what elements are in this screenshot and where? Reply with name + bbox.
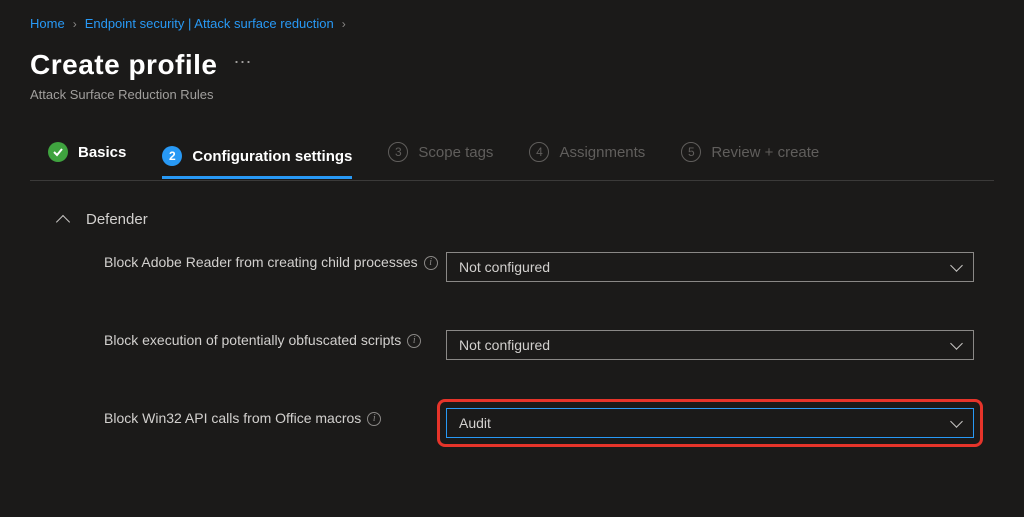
breadcrumb: Home › Endpoint security | Attack surfac… [30,16,994,31]
dropdown-value: Audit [459,415,491,431]
setting-label: Block Win32 API calls from Office macros… [104,408,446,429]
setting-label-text: Block Adobe Reader from creating child p… [104,252,418,273]
dropdown-value: Not configured [459,337,550,353]
step-number-icon: 2 [162,146,182,166]
setting-label: Block execution of potentially obfuscate… [104,330,446,351]
step-number-icon: 3 [388,142,408,162]
step-label: Review + create [711,144,819,161]
breadcrumb-home[interactable]: Home [30,16,65,31]
step-scope-tags[interactable]: 3 Scope tags [388,142,493,172]
step-basics[interactable]: Basics [48,142,126,172]
more-icon[interactable]: ⋯ [234,52,254,79]
step-assignments[interactable]: 4 Assignments [529,142,645,172]
section-defender-toggle[interactable]: Defender [30,205,994,252]
chevron-down-icon [950,415,963,428]
breadcrumb-endpoint-security[interactable]: Endpoint security | Attack surface reduc… [85,16,334,31]
dropdown-adobe-reader[interactable]: Not configured [446,252,974,282]
dropdown-win32-api[interactable]: Audit [446,408,974,438]
chevron-right-icon: › [73,17,77,31]
highlight-annotation: Audit [437,399,983,447]
section-name: Defender [86,211,148,228]
setting-label-text: Block Win32 API calls from Office macros [104,408,361,429]
chevron-up-icon [56,214,70,228]
page-subtitle: Attack Surface Reduction Rules [30,87,994,102]
step-label: Basics [78,144,126,161]
step-review-create[interactable]: 5 Review + create [681,142,819,172]
step-configuration-settings[interactable]: 2 Configuration settings [162,146,352,179]
step-number-icon: 5 [681,142,701,162]
setting-label-text: Block execution of potentially obfuscate… [104,330,401,351]
info-icon[interactable]: i [407,334,421,348]
setting-row: Block Win32 API calls from Office macros… [30,408,994,438]
chevron-right-icon: › [342,17,346,31]
step-label: Assignments [559,144,645,161]
page-title: Create profile [30,49,218,81]
setting-label: Block Adobe Reader from creating child p… [104,252,446,273]
chevron-down-icon [950,259,963,272]
info-icon[interactable]: i [424,256,438,270]
step-label: Configuration settings [192,148,352,165]
dropdown-value: Not configured [459,259,550,275]
stepper: Basics 2 Configuration settings 3 Scope … [30,142,994,181]
setting-row: Block Adobe Reader from creating child p… [30,252,994,282]
step-number-icon: 4 [529,142,549,162]
check-icon [48,142,68,162]
dropdown-obfuscated-scripts[interactable]: Not configured [446,330,974,360]
setting-row: Block execution of potentially obfuscate… [30,330,994,360]
chevron-down-icon [950,337,963,350]
step-label: Scope tags [418,144,493,161]
info-icon[interactable]: i [367,412,381,426]
